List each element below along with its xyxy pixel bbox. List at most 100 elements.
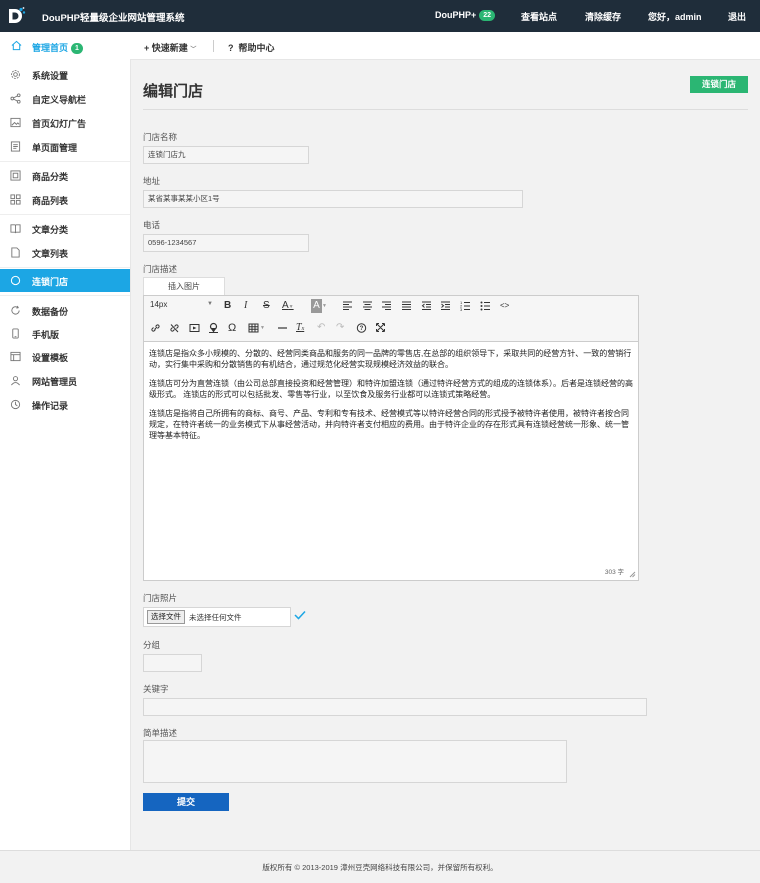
brief-textarea[interactable] <box>143 740 567 783</box>
paragraph: 连锁店是指将自己所拥有的商标、商号、产品、专利和专有技术、经营模式等以特许经营合… <box>149 409 629 440</box>
sidebar-item-product-list[interactable]: 商品列表 <box>0 188 130 211</box>
home-tab[interactable]: 管理首页 1 <box>0 32 130 60</box>
sidebar-item-label: 自定义导航栏 <box>32 95 87 105</box>
sidebar-item-system-settings[interactable]: 系统设置 <box>0 63 130 86</box>
file-input[interactable]: 选择文件 未选择任何文件 <box>143 607 291 627</box>
align-justify-icon[interactable] <box>401 299 412 313</box>
sidebar-item-pages[interactable]: 单页面管理 <box>0 135 130 158</box>
sidebar-item-product-category[interactable]: 商品分类 <box>0 164 130 187</box>
bold-icon[interactable]: B <box>224 299 231 313</box>
title-divider <box>143 109 748 110</box>
chevron-down-icon: ▼ <box>207 301 213 307</box>
code-icon[interactable]: <> <box>500 299 509 313</box>
sidebar-item-label: 手机版 <box>32 330 60 340</box>
sidebar-item-label: 首页幻灯广告 <box>32 119 87 129</box>
outdent-icon[interactable] <box>421 299 432 313</box>
sub-bar: 管理首页 1 + 快速新建 ﹀ ? 帮助中心 <box>0 32 760 60</box>
keyword-label: 关键字 <box>143 684 169 694</box>
align-right-icon[interactable] <box>381 299 392 313</box>
sidebar-item-slides[interactable]: 首页幻灯广告 <box>0 111 130 134</box>
user-greeting[interactable]: 您好，admin <box>648 10 702 23</box>
phone-input[interactable]: 0596-1234567 <box>143 234 309 252</box>
sidebar-item-article-category[interactable]: 文章分类 <box>0 217 130 240</box>
sidebar-item-label: 商品分类 <box>32 172 69 182</box>
help-center-link[interactable]: ? 帮助中心 <box>228 41 275 54</box>
special-char-icon[interactable]: Ω <box>228 321 236 335</box>
toolbar-row-2: Ω ▼ Tx ↶ ↷ ? <box>144 318 638 338</box>
view-site-link[interactable]: 查看站点 <box>521 10 557 23</box>
unlink-icon[interactable] <box>169 321 180 335</box>
clear-cache-link[interactable]: 清除缓存 <box>585 10 621 23</box>
rich-text-editor[interactable]: 14px ▼ B I S A▼ A ▼ 123 <> Ω ▼ Tx ↶ ↷ ? … <box>143 295 639 581</box>
sidebar-item-label: 操作记录 <box>32 401 69 411</box>
mobile-icon <box>12 328 19 339</box>
map-pin-icon[interactable] <box>208 321 219 335</box>
store-name-input[interactable]: 连锁门店九 <box>143 146 309 164</box>
table-icon[interactable] <box>248 321 259 335</box>
help-label: 帮助中心 <box>238 43 275 53</box>
sidebar-item-template[interactable]: 设置模板 <box>0 345 130 368</box>
footer: 版权所有 © 2013-2019 漳州豆壳网络科技有限公司，并保留所有权利。 <box>0 850 760 883</box>
divider <box>213 40 214 52</box>
redo-icon[interactable]: ↷ <box>336 321 344 335</box>
brief-label: 简单描述 <box>143 728 178 738</box>
font-size-select[interactable]: 14px <box>150 300 167 309</box>
sidebar-item-label: 单页面管理 <box>32 143 78 153</box>
douphp-logo-icon[interactable] <box>6 6 26 26</box>
resize-handle-icon[interactable] <box>629 571 636 578</box>
douphp-plus-link[interactable]: DouPHP+ 22 <box>435 10 496 21</box>
gear-icon <box>11 70 20 79</box>
help-icon[interactable]: ? <box>356 321 367 335</box>
quick-new-menu[interactable]: + 快速新建 ﹀ <box>144 41 196 54</box>
address-input[interactable]: 某省某事某某小区1号 <box>143 190 523 208</box>
store-name-label: 门店名称 <box>143 132 178 142</box>
check-icon <box>294 610 306 620</box>
page-icon <box>10 141 21 152</box>
strikethrough-icon[interactable]: S <box>263 299 270 313</box>
sidebar-divider <box>0 161 130 162</box>
sidebar-item-backup[interactable]: 数据备份 <box>0 299 130 322</box>
chain-stores-button[interactable]: 连锁门店 <box>690 76 748 93</box>
indent-icon[interactable] <box>440 299 451 313</box>
tiles-icon <box>10 194 21 205</box>
svg-text:3: 3 <box>460 307 463 312</box>
chevron-down-icon: ▼ <box>260 325 265 331</box>
refresh-icon <box>11 305 20 315</box>
editor-content[interactable]: 连锁店是指众多小规模的、分散的、经营同类商品和服务的同一品牌的零售店,在总部的组… <box>149 348 633 449</box>
font-color-icon[interactable]: A▼ <box>282 299 294 313</box>
home-label: 管理首页 <box>32 43 69 53</box>
sidebar-item-article-list[interactable]: 文章列表 <box>0 241 130 264</box>
align-left-icon[interactable] <box>342 299 353 313</box>
keyword-input[interactable] <box>143 698 647 716</box>
undo-icon[interactable]: ↶ <box>317 321 325 335</box>
choose-file-button[interactable]: 选择文件 <box>147 610 185 624</box>
link-icon[interactable] <box>150 321 161 335</box>
sidebar-item-logs[interactable]: 操作记录 <box>0 393 130 416</box>
clear-format-icon[interactable]: Tx <box>296 321 304 335</box>
file-status: 未选择任何文件 <box>189 613 242 622</box>
question-icon: ? <box>228 43 234 53</box>
sidebar-item-admins[interactable]: 网站管理员 <box>0 369 130 392</box>
group-input[interactable] <box>143 654 202 672</box>
submit-button[interactable]: 提交 <box>143 793 229 811</box>
align-center-icon[interactable] <box>362 299 373 313</box>
sidebar-item-label: 商品列表 <box>32 196 69 206</box>
template-icon <box>10 351 21 362</box>
bullet-list-icon[interactable] <box>480 299 491 313</box>
numbered-list-icon[interactable]: 123 <box>460 299 471 313</box>
logout-link[interactable]: 退出 <box>728 10 746 23</box>
horizontal-rule-icon[interactable] <box>277 321 288 335</box>
home-icon <box>11 40 22 51</box>
sidebar-item-chain-stores[interactable]: 连锁门店 <box>0 269 130 292</box>
italic-icon[interactable]: I <box>244 299 247 313</box>
fullscreen-icon[interactable] <box>375 321 386 335</box>
sidebar-item-nav[interactable]: 自定义导航栏 <box>0 87 130 110</box>
background-color-icon[interactable]: A <box>311 299 322 313</box>
sidebar-item-mobile[interactable]: 手机版 <box>0 322 130 345</box>
douphp-plus-badge: 22 <box>479 10 496 21</box>
chevron-down-icon: ▼ <box>322 303 327 309</box>
system-title: DouPHP轻量级企业网站管理系统 <box>42 13 185 24</box>
media-icon[interactable] <box>189 321 200 335</box>
insert-image-button[interactable]: 插入图片 <box>143 277 225 295</box>
sidebar-divider <box>0 214 130 215</box>
